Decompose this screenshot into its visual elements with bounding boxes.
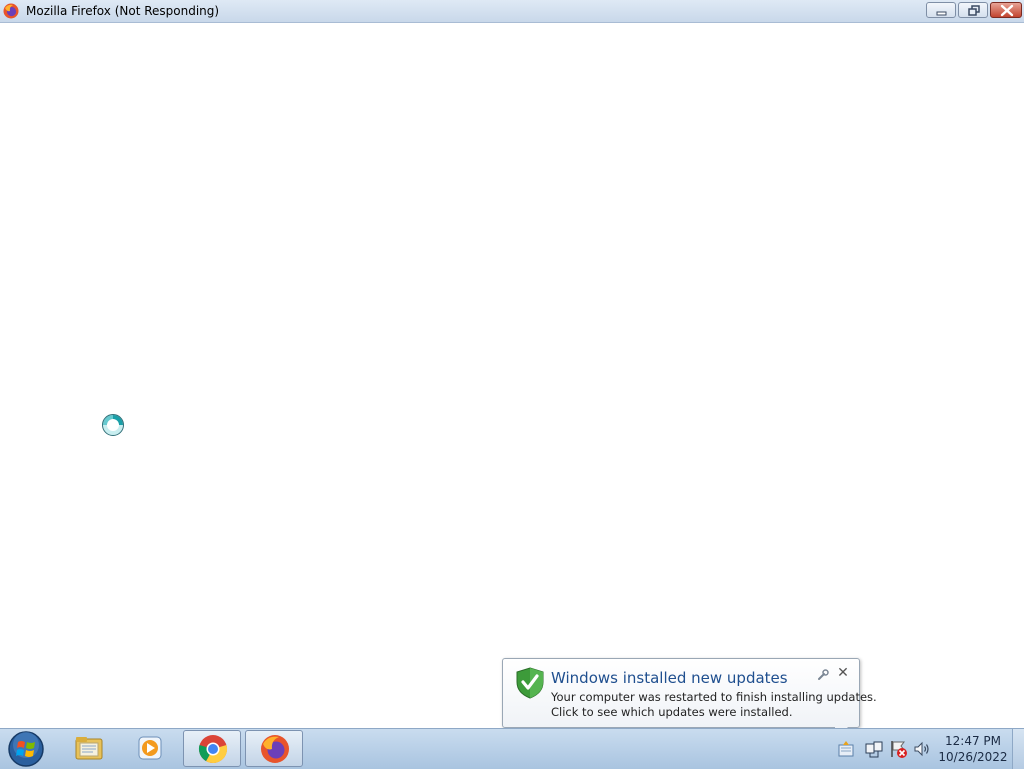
clock-date: 10/26/2022 xyxy=(938,750,1008,764)
windows-update-icon[interactable] xyxy=(836,739,856,759)
window-title: Mozilla Firefox (Not Responding) xyxy=(26,4,220,18)
restore-button[interactable] xyxy=(958,2,988,18)
network-icon[interactable] xyxy=(864,739,884,759)
minimize-button[interactable] xyxy=(926,2,956,18)
notification-message: Your computer was restarted to finish in… xyxy=(551,690,877,720)
start-button[interactable] xyxy=(6,730,46,768)
firefox-icon xyxy=(3,3,19,19)
chrome-icon xyxy=(198,735,228,764)
close-icon xyxy=(1000,4,1014,17)
notification-line: Click to see which updates were installe… xyxy=(551,705,793,719)
action-center-icon[interactable] xyxy=(888,739,908,759)
wrench-icon[interactable] xyxy=(817,669,829,681)
firefox-window: Mozilla Firefox (Not Responding) xyxy=(0,0,1024,728)
update-notification[interactable]: Windows installed new updates Your compu… xyxy=(502,658,877,728)
taskbar-clock[interactable]: 12:47 PM 10/26/2022 xyxy=(936,733,1010,765)
title-bar[interactable]: Mozilla Firefox (Not Responding) xyxy=(0,0,1024,23)
firefox-icon xyxy=(261,735,289,763)
taskbar: 12:47 PM 10/26/2022 xyxy=(0,728,1024,769)
notification-close-button[interactable]: ✕ xyxy=(836,666,850,680)
taskbar-item-media-player[interactable] xyxy=(121,730,179,767)
file-explorer-icon xyxy=(75,737,103,760)
taskbar-item-firefox[interactable] xyxy=(245,730,303,767)
clock-time: 12:47 PM xyxy=(945,734,1001,748)
show-desktop-button[interactable] xyxy=(1012,729,1024,769)
shield-check-icon xyxy=(516,667,544,699)
busy-spinner-icon xyxy=(102,414,124,436)
windows-start-icon xyxy=(8,731,44,767)
close-button[interactable] xyxy=(990,2,1022,18)
notification-title: Windows installed new updates xyxy=(551,669,788,687)
restore-icon xyxy=(968,5,980,16)
taskbar-item-chrome[interactable] xyxy=(183,730,241,767)
media-player-icon xyxy=(138,736,162,760)
volume-icon[interactable] xyxy=(912,739,932,759)
minimize-icon xyxy=(936,11,947,16)
notification-line: Your computer was restarted to finish in… xyxy=(551,690,877,704)
taskbar-item-explorer[interactable] xyxy=(60,730,118,767)
